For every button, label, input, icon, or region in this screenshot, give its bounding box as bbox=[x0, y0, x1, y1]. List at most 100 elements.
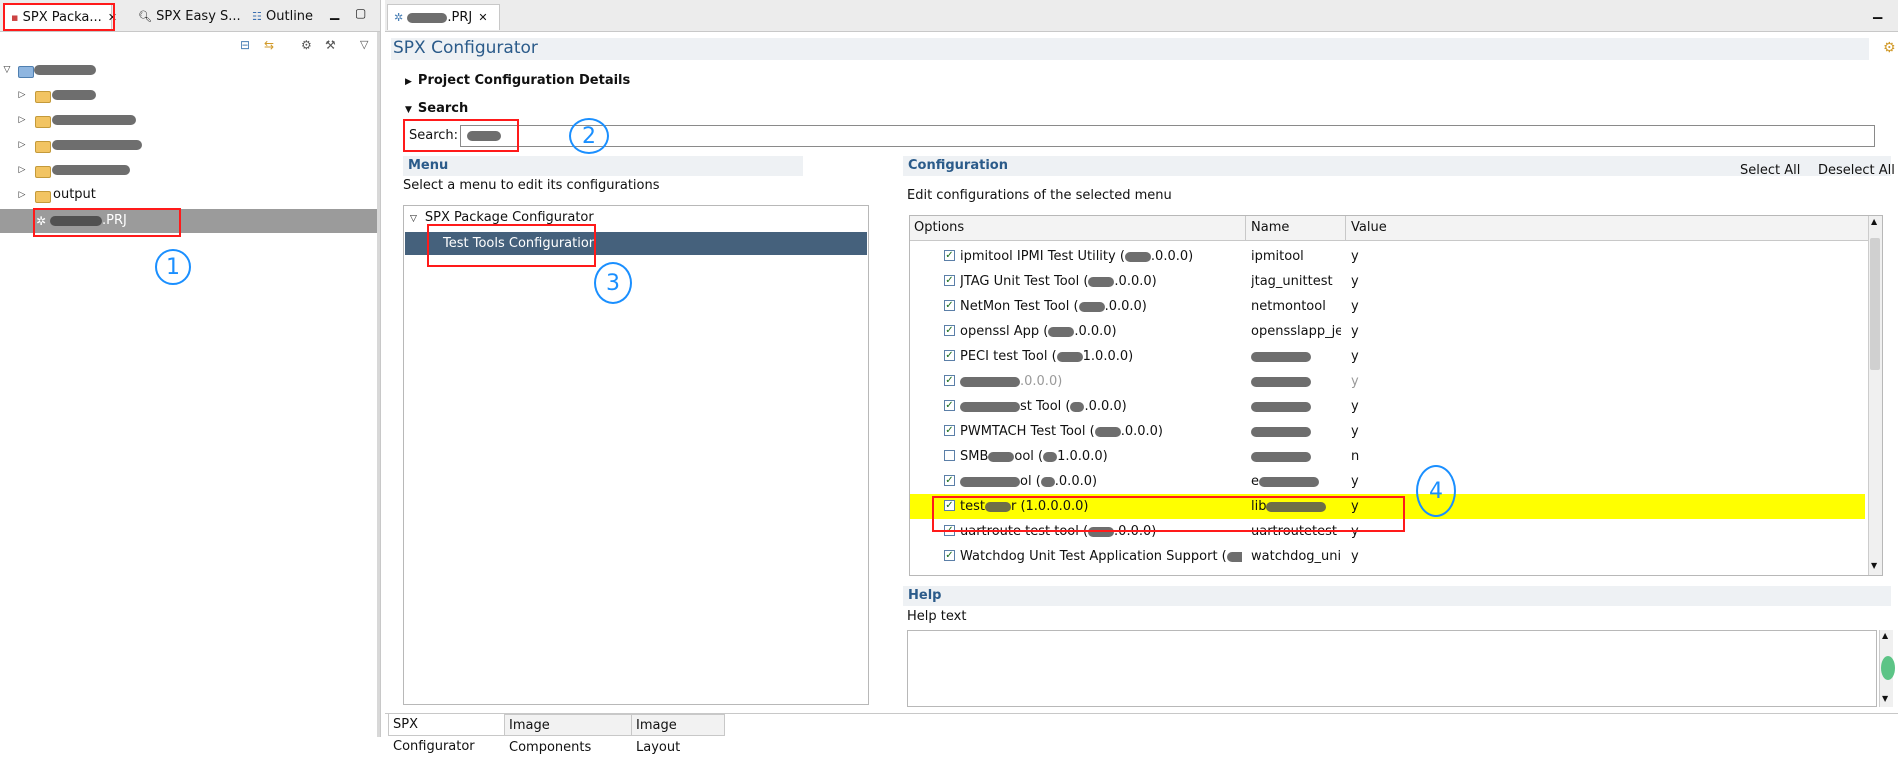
chevron-down-icon[interactable]: ▽ bbox=[2, 58, 12, 82]
option-checkbox[interactable]: ✓ bbox=[944, 550, 955, 561]
folder-icon bbox=[35, 141, 51, 153]
tree-row-folder[interactable]: ▷ bbox=[0, 83, 380, 107]
tree-row-folder[interactable]: ▷ bbox=[0, 108, 380, 132]
option-value[interactable]: y bbox=[1351, 319, 1359, 344]
tree-row-folder[interactable]: ▷ bbox=[0, 133, 380, 157]
chevron-down-icon[interactable]: ▽ bbox=[410, 214, 417, 224]
tool-icon[interactable]: ⚙ bbox=[1883, 40, 1896, 56]
grid-scrollbar[interactable]: ▲ ▼ bbox=[1868, 216, 1882, 575]
tree-row-project[interactable]: ▽ bbox=[0, 58, 380, 82]
column-value[interactable]: Value bbox=[1351, 216, 1387, 240]
table-row[interactable]: ✓ openssl App (.0.0.0) opensslapp_je y bbox=[910, 319, 1865, 344]
option-value[interactable]: y bbox=[1351, 269, 1359, 294]
option-version: 1.0.0.0) bbox=[1082, 349, 1134, 364]
bottom-tab-image-layout[interactable]: Image Layout bbox=[631, 714, 725, 755]
table-row[interactable]: ✓ ipmitool IPMI Test Utility (.0.0.0) ipmi… bbox=[910, 244, 1865, 269]
bottom-tab-spx-configurator[interactable]: SPX Configurator bbox=[388, 714, 505, 754]
table-row[interactable]: ✓ ol (.0.0.0) e y bbox=[910, 469, 1865, 494]
highlight-box bbox=[33, 208, 181, 237]
tab-spx-easy-label: SPX Easy S... bbox=[156, 9, 241, 24]
option-checkbox[interactable]: ✓ bbox=[944, 475, 955, 486]
redacted-text bbox=[1048, 326, 1075, 337]
chevron-right-icon[interactable]: ▷ bbox=[17, 133, 27, 157]
option-name-text: jtag_unittest bbox=[1251, 274, 1333, 289]
option-value[interactable]: y bbox=[1351, 344, 1359, 369]
chevron-right-icon[interactable]: ▷ bbox=[17, 83, 27, 107]
scroll-thumb[interactable] bbox=[1870, 238, 1880, 370]
option-checkbox[interactable]: ✓ bbox=[944, 275, 955, 286]
option-value[interactable]: y bbox=[1351, 469, 1359, 494]
select-all-button[interactable]: Select All bbox=[1740, 163, 1800, 178]
table-row[interactable]: ✓ .0.0.0) y bbox=[910, 369, 1865, 394]
chevron-right-icon[interactable]: ▷ bbox=[17, 158, 27, 182]
option-value[interactable]: y bbox=[1351, 419, 1359, 444]
scroll-down-icon[interactable]: ▼ bbox=[1882, 694, 1888, 703]
tab-spx-easy[interactable]: 🔍︎ SPX Easy S... bbox=[132, 4, 247, 30]
column-divider[interactable] bbox=[1345, 216, 1346, 240]
option-checkbox[interactable]: ✓ bbox=[944, 325, 955, 336]
chevron-right-icon[interactable]: ▷ bbox=[17, 183, 27, 207]
tree-row-output[interactable]: ▷ output bbox=[0, 183, 380, 207]
scroll-thumb[interactable] bbox=[1881, 656, 1895, 680]
table-row[interactable]: ✓ PWMTACH Test Tool (.0.0.0) y bbox=[910, 419, 1865, 444]
option-checkbox[interactable]: ✓ bbox=[944, 350, 955, 361]
table-row[interactable]: ✓ st Tool (.0.0.0) y bbox=[910, 394, 1865, 419]
table-row[interactable]: ✓ Watchdog Unit Test Application Support … bbox=[910, 544, 1865, 569]
option-value[interactable]: y bbox=[1351, 369, 1359, 394]
section-search[interactable]: ▼ Search bbox=[405, 101, 468, 116]
option-name bbox=[1251, 344, 1341, 369]
section-project-details[interactable]: ▶ Project Configuration Details bbox=[405, 73, 630, 88]
filter-icon[interactable]: ⚙ bbox=[301, 38, 312, 52]
table-row[interactable]: SMB ool (1.0.0.0) n bbox=[910, 444, 1865, 469]
bottom-tab-image-components[interactable]: Image Components bbox=[504, 714, 632, 755]
option-name: ipmitool bbox=[1251, 244, 1341, 269]
option-value[interactable]: y bbox=[1351, 544, 1359, 569]
option-value[interactable]: y bbox=[1351, 394, 1359, 419]
maximize-icon[interactable]: ▢ bbox=[355, 6, 366, 20]
option-name-text: watchdog_unit bbox=[1251, 549, 1341, 564]
minimize-icon[interactable]: ▁ bbox=[330, 6, 339, 20]
splitter[interactable] bbox=[377, 32, 380, 737]
deselect-all-button[interactable]: Deselect All bbox=[1818, 163, 1895, 178]
scroll-up-icon[interactable]: ▲ bbox=[1871, 217, 1877, 226]
option-version: .0.0.0) bbox=[1120, 424, 1163, 439]
highlight-box bbox=[427, 224, 596, 267]
view-menu-icon[interactable]: ▽ bbox=[360, 38, 368, 51]
option-text: NetMon Test Tool ( bbox=[960, 299, 1079, 314]
option-value[interactable]: y bbox=[1351, 244, 1359, 269]
option-value[interactable]: y bbox=[1351, 294, 1359, 319]
column-divider[interactable] bbox=[1245, 216, 1246, 240]
help-textarea[interactable] bbox=[907, 630, 1877, 707]
option-version: .0.0.0) bbox=[1104, 299, 1147, 314]
scroll-up-icon[interactable]: ▲ bbox=[1882, 631, 1888, 640]
option-checkbox[interactable]: ✓ bbox=[944, 300, 955, 311]
option-checkbox[interactable]: ✓ bbox=[944, 425, 955, 436]
option-checkbox[interactable]: ✓ bbox=[944, 400, 955, 411]
minimize-icon[interactable]: ▁ bbox=[1873, 5, 1882, 19]
option-checkbox[interactable] bbox=[944, 450, 955, 461]
close-icon[interactable]: ✕ bbox=[478, 11, 487, 24]
editor-tab-label: .PRJ bbox=[447, 10, 473, 25]
link-editor-icon[interactable]: ⇆ bbox=[264, 38, 274, 52]
tab-outline[interactable]: ☷ Outline bbox=[246, 4, 319, 30]
table-row[interactable]: ✓ NetMon Test Tool (.0.0.0) netmontool y bbox=[910, 294, 1865, 319]
project-icon bbox=[18, 66, 34, 78]
column-name[interactable]: Name bbox=[1251, 216, 1289, 240]
help-scrollbar[interactable]: ▲ ▼ bbox=[1879, 630, 1895, 707]
option-checkbox[interactable]: ✓ bbox=[944, 375, 955, 386]
column-options[interactable]: Options bbox=[914, 216, 964, 240]
table-row[interactable]: ✓ PECI test Tool (1.0.0.0) y bbox=[910, 344, 1865, 369]
scroll-down-icon[interactable]: ▼ bbox=[1871, 561, 1877, 570]
search-input[interactable] bbox=[460, 125, 1875, 147]
option-checkbox[interactable]: ✓ bbox=[944, 250, 955, 261]
option-value[interactable]: n bbox=[1351, 444, 1359, 469]
chevron-right-icon[interactable]: ▷ bbox=[17, 108, 27, 132]
project-explorer-panel: ▪ SPX Packa... ✕ 🔍︎ SPX Easy S... ☷ Outl… bbox=[0, 0, 381, 737]
tools-icon[interactable]: ⚒ bbox=[325, 38, 336, 52]
editor-tab-prj[interactable]: ✲ .PRJ ✕ bbox=[387, 4, 500, 30]
menu-tree-root[interactable]: ▽ SPX Package Configurator bbox=[410, 210, 594, 225]
table-row[interactable]: ✓ JTAG Unit Test Tool (.0.0.0) jtag_unitte… bbox=[910, 269, 1865, 294]
tree-row-folder[interactable]: ▷ bbox=[0, 158, 380, 182]
collapse-all-icon[interactable]: ⊟ bbox=[240, 38, 250, 52]
menu-tree: ▽ SPX Package Configurator Test Tools Con… bbox=[403, 205, 869, 705]
